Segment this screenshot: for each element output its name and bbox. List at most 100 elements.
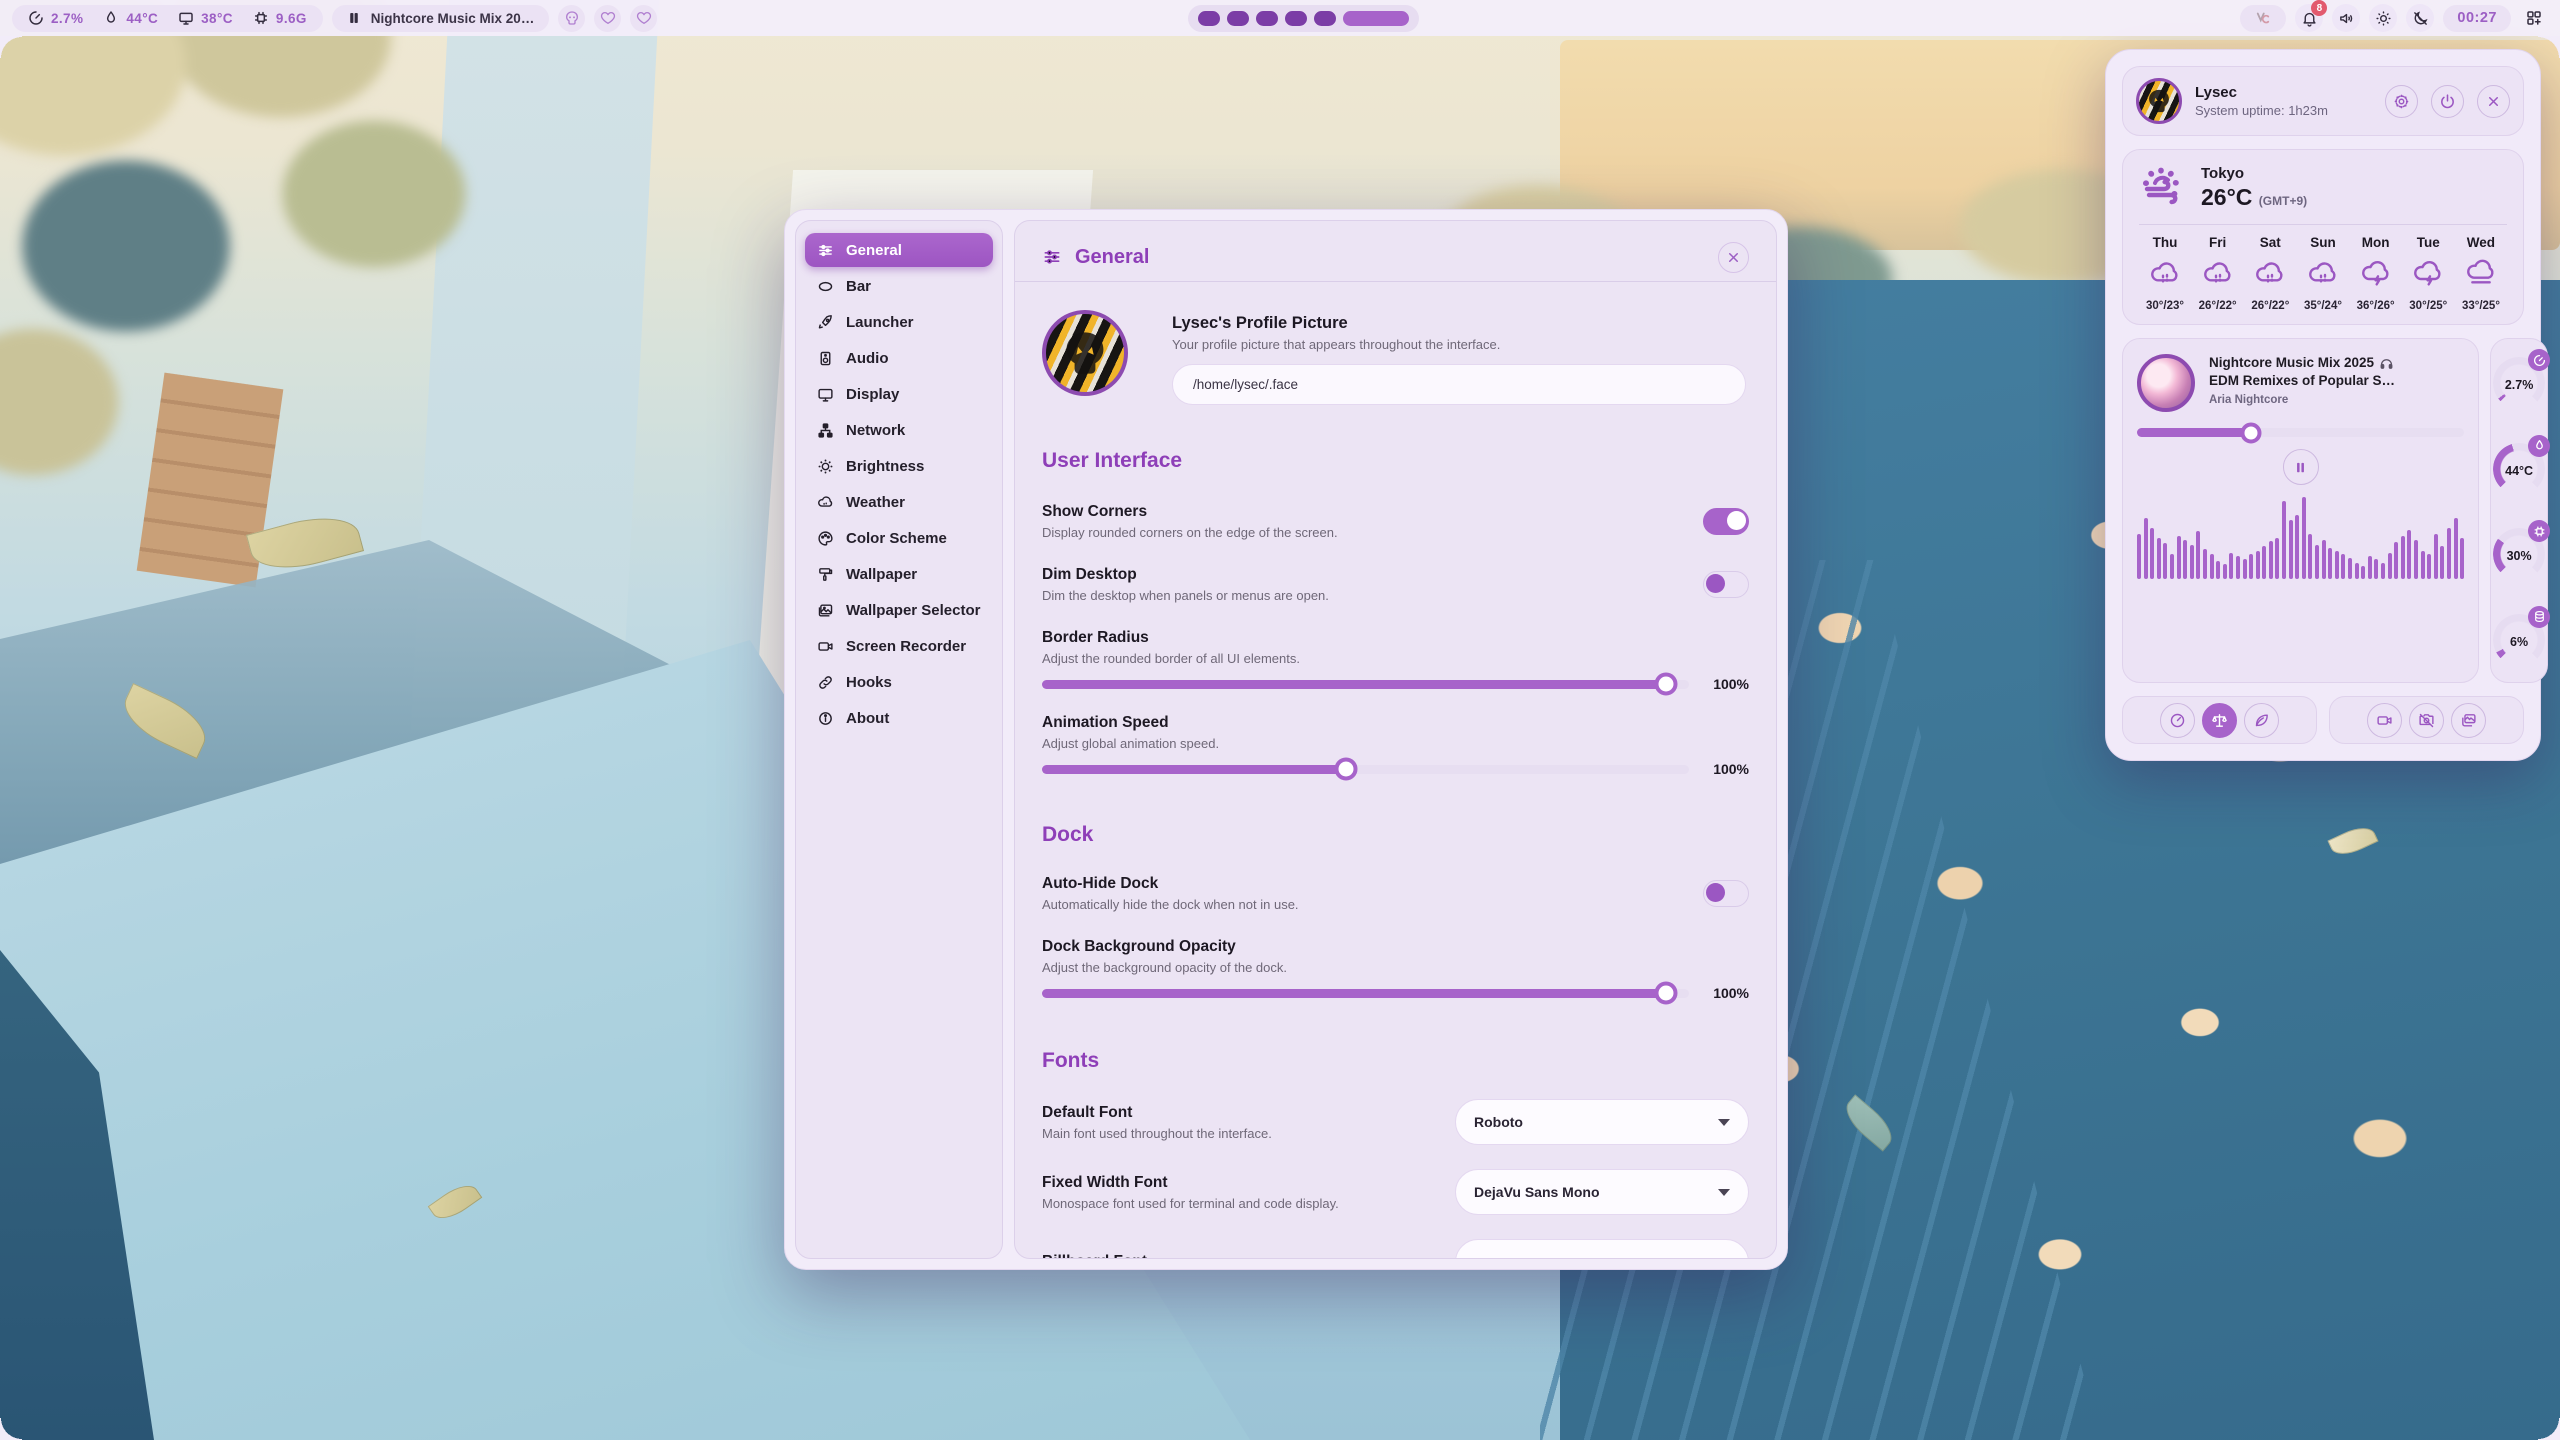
- cpu-usage-value: 2.7%: [51, 11, 83, 26]
- animation-speed-slider[interactable]: [1042, 765, 1689, 774]
- sidebar-item-audio[interactable]: Audio: [805, 341, 993, 375]
- memory-stat: 9.6G: [253, 10, 307, 26]
- forecast-day: Thu 30°/23°: [2139, 235, 2191, 312]
- clock[interactable]: 00:27: [2443, 5, 2511, 32]
- profile-avatar: [1042, 310, 1128, 396]
- media-player-pill[interactable]: Nightcore Music Mix 20…: [332, 5, 550, 32]
- close-panel-button[interactable]: [2477, 85, 2510, 118]
- brightness-button[interactable]: [2369, 4, 2397, 32]
- chevron-down-icon: [1718, 1259, 1730, 1260]
- workspace-dot-active[interactable]: [1343, 11, 1409, 26]
- billboard-font-dropdown[interactable]: [1455, 1239, 1749, 1259]
- forecast-day: Fri 26°/22°: [2192, 235, 2244, 312]
- profile-path-input[interactable]: /home/lysec/.face: [1172, 364, 1746, 405]
- sidebar-item-brightness[interactable]: Brightness: [805, 449, 993, 483]
- night-light-button[interactable]: [2406, 4, 2434, 32]
- balanced-profile-button[interactable]: [2202, 703, 2237, 738]
- tray-app-icon[interactable]: [2254, 9, 2272, 27]
- dim-desktop-toggle[interactable]: [1703, 571, 1749, 598]
- overview-button[interactable]: [2520, 4, 2548, 32]
- sidebar-item-color-scheme[interactable]: Color Scheme: [805, 521, 993, 555]
- sidebar-item-hooks[interactable]: Hooks: [805, 665, 993, 699]
- setting-dim-desktop: Dim Desktop Dim the desktop when panels …: [1042, 566, 1749, 603]
- heart-button[interactable]: [630, 5, 657, 32]
- system-uptime: System uptime: 1h23m: [2195, 103, 2372, 118]
- workspaces-indicator[interactable]: [1188, 5, 1419, 32]
- close-button[interactable]: [1718, 242, 1749, 273]
- skull-button[interactable]: [558, 5, 585, 32]
- track-artist: Aria Nightcore: [2209, 394, 2395, 406]
- play-pause-button[interactable]: [2283, 449, 2319, 485]
- sidebar-item-network[interactable]: Network: [805, 413, 993, 447]
- divider: [2139, 224, 2507, 225]
- profile-description: Your profile picture that appears throug…: [1172, 337, 1749, 352]
- settings-content: General Lysec's Profile Picture Your pro…: [1014, 220, 1777, 1259]
- page-title: General: [1075, 246, 1705, 269]
- power-saver-profile-button[interactable]: [2244, 703, 2279, 738]
- workspace-dot[interactable]: [1198, 11, 1220, 26]
- screenshots-button[interactable]: [2451, 703, 2486, 738]
- sun-wind-icon: [2139, 164, 2187, 212]
- paint-roller-icon: [817, 566, 834, 583]
- video-camera-icon: [817, 638, 834, 655]
- weather-timezone: (GMT+9): [2259, 194, 2307, 208]
- notifications-button[interactable]: 8: [2295, 4, 2323, 32]
- dock-opacity-slider[interactable]: [1042, 989, 1689, 998]
- sidebar-item-launcher[interactable]: Launcher: [805, 305, 993, 339]
- panel-footer: [2122, 696, 2524, 744]
- workspace-dot[interactable]: [1314, 11, 1336, 26]
- sidebar-item-bar[interactable]: Bar: [805, 269, 993, 303]
- system-stats-pill[interactable]: 2.7% 44°C 38°C 9.6G: [12, 5, 323, 32]
- gauge-icon: [28, 10, 44, 26]
- default-font-dropdown[interactable]: Roboto: [1455, 1099, 1749, 1145]
- heart-button[interactable]: [594, 5, 621, 32]
- track-progress-slider[interactable]: [2137, 428, 2464, 437]
- weather-card: Tokyo 26°C (GMT+9) Thu 30°/23° Fri 26°/2…: [2122, 149, 2524, 325]
- border-radius-slider[interactable]: [1042, 680, 1689, 689]
- chevron-down-icon: [1718, 1189, 1730, 1196]
- camera-off-button[interactable]: [2409, 703, 2444, 738]
- database-icon: [2528, 606, 2550, 628]
- memory-gauge: 30%: [2491, 522, 2547, 584]
- chip-icon: [253, 10, 269, 26]
- system-tray[interactable]: [2240, 5, 2286, 32]
- profile-picture-setting: Lysec's Profile Picture Your profile pic…: [1042, 310, 1749, 405]
- workspace-dot[interactable]: [1285, 11, 1307, 26]
- weather-city: Tokyo: [2201, 165, 2307, 182]
- sidebar-item-general[interactable]: General: [805, 233, 993, 267]
- sidebar-item-wallpaper[interactable]: Wallpaper: [805, 557, 993, 591]
- settings-button[interactable]: [2385, 85, 2418, 118]
- sidebar-item-display[interactable]: Display: [805, 377, 993, 411]
- bar-icon: [817, 278, 834, 295]
- cloud-rain-icon: [2307, 259, 2339, 291]
- screen-record-button[interactable]: [2367, 703, 2402, 738]
- palette-icon: [817, 530, 834, 547]
- top-bar: 2.7% 44°C 38°C 9.6G Nightcore Music Mix …: [0, 0, 2560, 36]
- auto-hide-dock-toggle[interactable]: [1703, 880, 1749, 907]
- sidebar-item-wallpaper-selector[interactable]: Wallpaper Selector: [805, 593, 993, 627]
- sidebar-item-screen-recorder[interactable]: Screen Recorder: [805, 629, 993, 663]
- cloud-lightning-icon: [2412, 259, 2444, 291]
- sidebar-item-about[interactable]: About: [805, 701, 993, 735]
- border-radius-value: 100%: [1703, 676, 1749, 692]
- disk-gauge: 6%: [2491, 608, 2547, 670]
- workspace-dot[interactable]: [1256, 11, 1278, 26]
- fixed-font-dropdown[interactable]: DejaVu Sans Mono: [1455, 1169, 1749, 1215]
- album-art: [2137, 354, 2195, 412]
- settings-header: General: [1042, 235, 1749, 279]
- power-button[interactable]: [2431, 85, 2464, 118]
- workspace-dot[interactable]: [1227, 11, 1249, 26]
- settings-window: General Bar Launcher Audio Display Netwo…: [784, 209, 1788, 1270]
- dock-opacity-value: 100%: [1703, 985, 1749, 1001]
- wallpaper-shape: [0, 0, 560, 480]
- sidebar-item-weather[interactable]: Weather: [805, 485, 993, 519]
- cpu-temp-value: 44°C: [126, 11, 158, 26]
- weather-temp: 26°C (GMT+9): [2201, 184, 2307, 211]
- setting-auto-hide-dock: Auto-Hide Dock Automatically hide the do…: [1042, 875, 1749, 912]
- performance-profile-button[interactable]: [2160, 703, 2195, 738]
- cpu-gauge: 2.7%: [2491, 351, 2547, 413]
- volume-button[interactable]: [2332, 4, 2360, 32]
- pause-icon: [347, 11, 361, 25]
- show-corners-toggle[interactable]: [1703, 508, 1749, 535]
- display-icon: [817, 386, 834, 403]
